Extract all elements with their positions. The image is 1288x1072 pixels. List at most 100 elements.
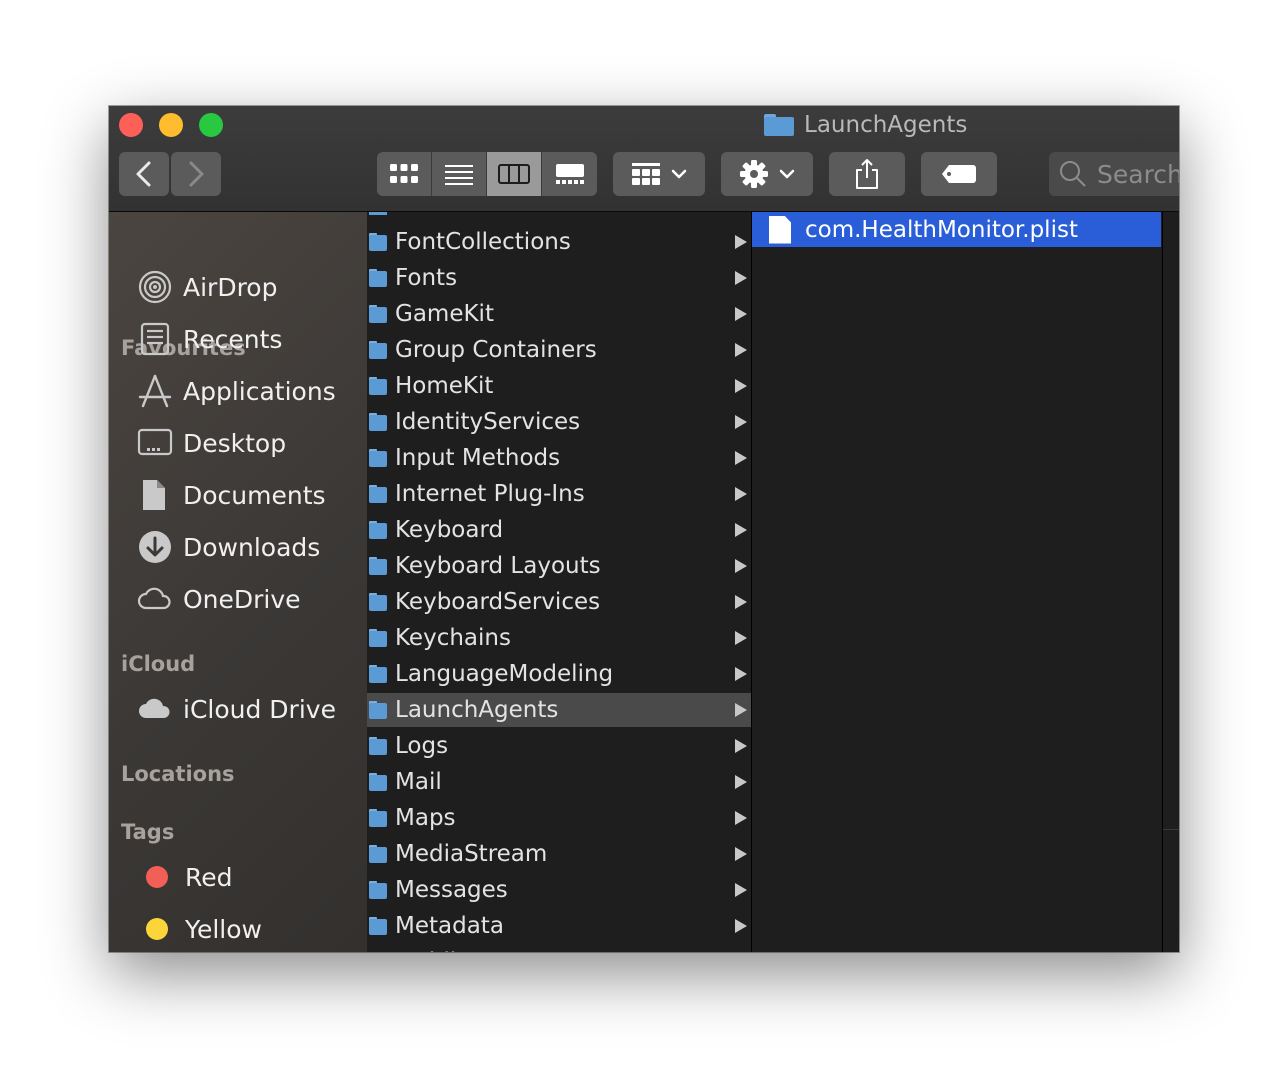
- disclosure-arrow-icon: [735, 703, 747, 717]
- list-item[interactable]: Mail: [367, 765, 751, 799]
- forward-button[interactable]: [171, 152, 221, 196]
- folder-name: Mail: [395, 769, 442, 795]
- tag-icon: [942, 165, 976, 183]
- sidebar: Favourites AirDrop Recents Applications Desk…: [109, 212, 367, 952]
- icon-view-button[interactable]: [377, 152, 432, 196]
- list-item[interactable]: HomeKit: [367, 369, 751, 403]
- document-icon: [769, 215, 791, 244]
- divider: [1163, 829, 1179, 830]
- list-item[interactable]: Metadata: [367, 909, 751, 943]
- folder-name: LanguageModeling: [395, 661, 614, 687]
- disclosure-arrow-icon: [735, 271, 747, 285]
- list-item-selected-folder[interactable]: LaunchAgents: [367, 693, 751, 727]
- tag-button[interactable]: [921, 152, 997, 196]
- search-placeholder: Search: [1097, 159, 1179, 189]
- folder-name: LaunchAgents: [395, 697, 559, 723]
- list-item[interactable]: Internet Plug-Ins: [367, 477, 751, 511]
- gear-icon: [740, 160, 768, 188]
- sidebar-item-label: iCloud Drive: [183, 694, 336, 724]
- list-item[interactable]: Logs: [367, 729, 751, 763]
- sidebar-item-icloud-drive[interactable]: iCloud Drive: [137, 689, 336, 729]
- list-item[interactable]: Keyboard: [367, 513, 751, 547]
- folder-icon: [369, 773, 387, 791]
- disclosure-arrow-icon: [735, 451, 747, 465]
- sidebar-tag-yellow[interactable]: Yellow: [139, 909, 262, 949]
- view-mode-selector: [377, 152, 597, 196]
- sidebar-item-recents[interactable]: Recents: [137, 319, 282, 359]
- folder-icon: [369, 413, 387, 431]
- icloud-icon: [137, 691, 173, 727]
- group-by-button[interactable]: [613, 152, 705, 196]
- list-item-selected-file[interactable]: com.HealthMonitor.plist: [752, 212, 1161, 247]
- disclosure-arrow-icon: [735, 235, 747, 249]
- folder-icon: [369, 737, 387, 755]
- share-button[interactable]: [829, 152, 905, 196]
- folder-name: Messages: [395, 877, 508, 903]
- folder-name: Keychains: [395, 625, 511, 651]
- disclosure-arrow-icon: [735, 379, 747, 393]
- list-item[interactable]: Messages: [367, 873, 751, 907]
- sidebar-item-desktop[interactable]: Desktop: [137, 423, 286, 463]
- sidebar-item-airdrop[interactable]: AirDrop: [137, 267, 277, 307]
- folder-icon: [369, 881, 387, 899]
- list-item[interactable]: MediaStream: [367, 837, 751, 871]
- action-button[interactable]: [721, 152, 813, 196]
- search-field[interactable]: Search: [1049, 152, 1179, 196]
- list-item[interactable]: Maps: [367, 801, 751, 835]
- list-item[interactable]: Input Methods: [367, 441, 751, 475]
- folder-name: Fonts: [395, 265, 458, 291]
- disclosure-arrow-icon: [735, 739, 747, 753]
- sidebar-section-tags: Tags: [121, 820, 175, 844]
- folder-name: FontCollections: [395, 229, 571, 255]
- applications-icon: [137, 373, 173, 409]
- cloud-icon: [137, 581, 173, 617]
- folder-name: Group Containers: [395, 337, 597, 363]
- sidebar-item-documents[interactable]: Documents: [137, 475, 326, 515]
- back-button[interactable]: [119, 152, 169, 196]
- list-item[interactable]: LanguageModeling: [367, 657, 751, 691]
- folder-icon: [369, 809, 387, 827]
- file-name: com.HealthMonitor.plist: [805, 216, 1078, 243]
- downloads-icon: [137, 529, 173, 565]
- list-item[interactable]: KeyboardServices: [367, 585, 751, 619]
- list-item[interactable]: Mobile Documents: [367, 945, 751, 952]
- chevron-down-icon: [671, 169, 687, 179]
- toolbar: LaunchAgents Search: [109, 106, 1179, 212]
- minimize-window-button[interactable]: [159, 113, 183, 137]
- gallery-view-button[interactable]: [542, 152, 597, 196]
- folder-icon: [369, 917, 387, 935]
- disclosure-arrow-icon: [735, 883, 747, 897]
- disclosure-arrow-icon: [735, 847, 747, 861]
- sidebar-item-downloads[interactable]: Downloads: [137, 527, 320, 567]
- sidebar-item-label: Recents: [183, 324, 283, 354]
- close-window-button[interactable]: [119, 113, 143, 137]
- folder-icon: [369, 845, 387, 863]
- window-title: LaunchAgents: [764, 110, 967, 140]
- list-item[interactable]: Group Containers: [367, 333, 751, 367]
- list-item[interactable]: Fonts: [367, 261, 751, 295]
- zoom-window-button[interactable]: [199, 113, 223, 137]
- chevron-right-icon: [189, 161, 204, 187]
- folder-icon: [369, 593, 387, 611]
- sidebar-section-icloud: iCloud: [121, 652, 196, 676]
- tag-color-dot: [146, 918, 168, 940]
- folder-icon: [369, 233, 387, 251]
- folder-name: GameKit: [395, 301, 494, 327]
- list-item[interactable]: Keyboard Layouts: [367, 549, 751, 583]
- list-view-button[interactable]: [432, 152, 487, 196]
- sidebar-item-label: OneDrive: [183, 584, 301, 614]
- sidebar-tag-red[interactable]: Red: [139, 857, 233, 897]
- folder-name: Logs: [395, 733, 449, 759]
- column-preview: [1163, 212, 1179, 952]
- list-item[interactable]: FontCollections: [367, 225, 751, 259]
- sidebar-item-onedrive[interactable]: OneDrive: [137, 579, 301, 619]
- list-item[interactable]: Keychains: [367, 621, 751, 655]
- list-item[interactable]: IdentityServices: [367, 405, 751, 439]
- chevron-down-icon: [779, 169, 795, 179]
- gallery-view-icon: [555, 164, 584, 184]
- sidebar-item-applications[interactable]: Applications: [137, 371, 336, 411]
- column-library: FontCollections Fonts GameKit Group Contain…: [367, 212, 752, 952]
- folder-icon: [369, 305, 387, 323]
- list-item[interactable]: GameKit: [367, 297, 751, 331]
- column-view-button[interactable]: [487, 152, 542, 196]
